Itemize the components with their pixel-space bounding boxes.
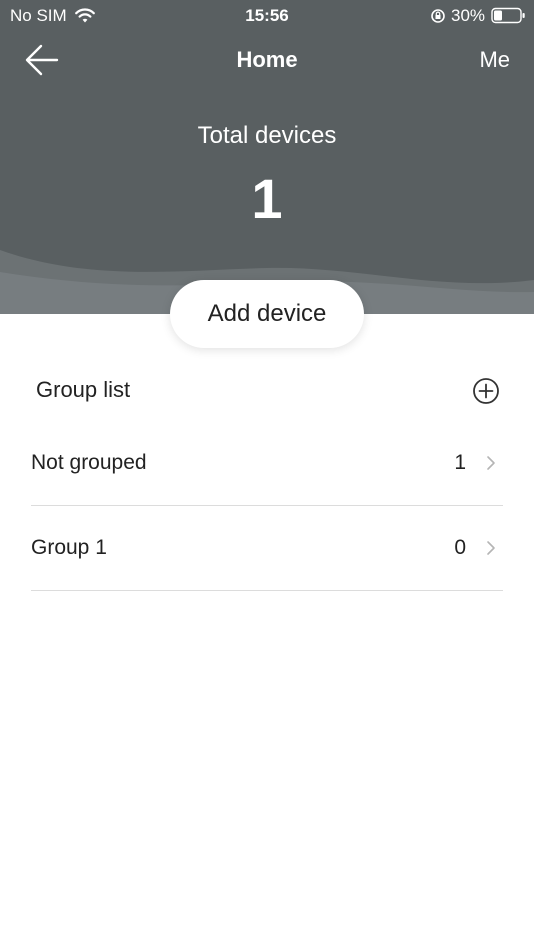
rotation-lock-icon bbox=[431, 9, 445, 23]
group-row-label: Group 1 bbox=[31, 536, 107, 559]
group-row-not-grouped[interactable]: Not grouped 1 bbox=[31, 421, 503, 506]
battery-icon bbox=[491, 7, 525, 24]
me-button[interactable]: Me bbox=[479, 47, 510, 73]
home-screen: No SIM 15:56 30% Home Me Total devices 1… bbox=[0, 0, 534, 950]
total-devices-count: 1 bbox=[251, 167, 283, 230]
header-panel: No SIM 15:56 30% Home Me Total devices 1 bbox=[0, 0, 534, 314]
chevron-right-icon bbox=[487, 541, 495, 555]
total-devices-label: Total devices bbox=[197, 122, 337, 149]
group-list-title: Group list bbox=[36, 377, 131, 402]
status-bar: No SIM 15:56 30% bbox=[0, 0, 534, 32]
chevron-right-icon bbox=[487, 456, 495, 470]
group-row-group-1[interactable]: Group 1 0 bbox=[31, 506, 503, 591]
plus-circle-icon[interactable] bbox=[472, 377, 500, 405]
page-title: Home bbox=[236, 47, 298, 72]
battery-percentage: 30% bbox=[451, 6, 486, 25]
group-row-count: 0 bbox=[454, 536, 466, 559]
add-device-label: Add device bbox=[207, 300, 327, 327]
group-row-count: 1 bbox=[454, 451, 466, 474]
group-row-label: Not grouped bbox=[31, 451, 147, 474]
add-device-button[interactable]: Add device bbox=[170, 280, 364, 348]
